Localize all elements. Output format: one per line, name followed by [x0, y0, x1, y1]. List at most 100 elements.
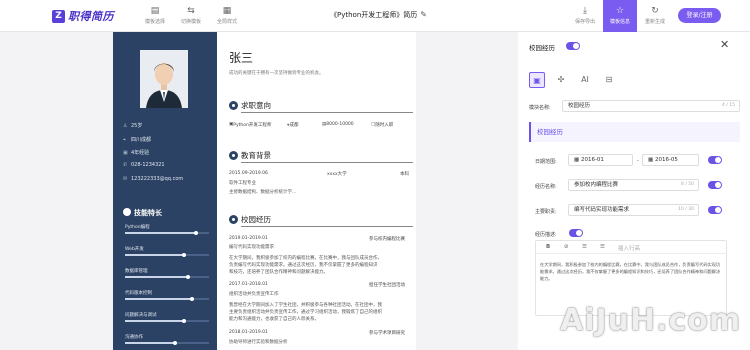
skills-icon [123, 208, 131, 216]
ai-icon[interactable]: AI [577, 72, 593, 88]
event-toggle[interactable] [708, 181, 722, 189]
calendar-icon: ▦ [648, 157, 654, 163]
switch-icon: ⇆ [187, 6, 195, 16]
campus-entry-date: 2018.01-2019.01 [229, 330, 268, 335]
skill-bar-handle [181, 319, 186, 323]
layout-icon[interactable]: ▣ [529, 72, 545, 88]
align-button[interactable]: ☰ [600, 244, 605, 250]
skill-label: 代码版本控制 [125, 291, 152, 296]
section-bullet-icon [229, 151, 238, 160]
template-select-button[interactable]: ▤ 模板选择 [138, 6, 172, 25]
skills-title: 技能特长 [123, 208, 162, 218]
refresh-icon: ↻ [651, 6, 659, 16]
switch-template-label: 切换模板 [180, 19, 201, 25]
skill-bar [125, 253, 209, 257]
skill-item: 代码版本控制 [125, 290, 209, 301]
bold-button[interactable]: B [546, 244, 550, 250]
regenerate-button[interactable]: ↻ 重新生成 [638, 0, 672, 32]
skill-bar-handle [173, 341, 178, 345]
resume-name[interactable]: 张三 [229, 49, 253, 66]
skill-label: 数据库管理 [125, 269, 148, 274]
intent-city: ⌖ 成都 [287, 123, 299, 128]
info-phone: ✆ 028-1234321 [123, 162, 165, 168]
campus-entry-subtitle: 编写代码实现功能需求 [229, 245, 274, 250]
main-duty-toggle[interactable] [708, 206, 722, 214]
date-start-input[interactable]: ▦ 2016-01 [568, 154, 633, 166]
campus-entry-desc: 和技巧，还培养了团队合作精神和问题解决能力。 [229, 270, 328, 275]
intent-availability: ▢ 随时入职 [371, 122, 394, 128]
info-email: ✉ 123222333@qq.com [123, 176, 183, 182]
resume-motto[interactable]: 成功的关键在于拥有一次坚持做到专业的机会。 [229, 70, 324, 76]
date-end-input[interactable]: ▦ 2016-05 [642, 154, 699, 166]
campus-entry-subtitle: 组织活动并负责宣传工作 [229, 292, 279, 297]
campus-entry-desc: 主要负责组织活动并负责宣传工作，通过学习组织活动，我锻炼了自己的组织 [229, 310, 382, 315]
edit-pencil-icon[interactable]: ✎ [420, 10, 427, 19]
intent-availability-text: 随时入职 [375, 123, 394, 128]
skill-bar-fill [125, 254, 184, 256]
skill-label: 问题解决与调试 [125, 313, 157, 318]
skill-item: 问题解决与调试 [125, 312, 209, 323]
campus-entry-desc: 能力和沟通能力，也收获了自己的人际关系。 [229, 317, 319, 322]
description-label: 经历描述: [535, 232, 557, 238]
skill-label: Web开发 [125, 247, 144, 252]
switch-template-button[interactable]: ⇆ 切换模板 [174, 6, 208, 25]
section-education[interactable]: 教育背景 [229, 150, 413, 163]
template-info-button[interactable]: ☆ 模板信息 [603, 0, 637, 32]
skill-bar-handle [194, 231, 199, 235]
logo-text: 职得简历 [68, 10, 114, 23]
email-icon: ✉ [123, 176, 128, 182]
global-style-button[interactable]: ▦ 全局样式 [210, 6, 244, 25]
date-toggle[interactable] [708, 156, 722, 164]
event-name-input[interactable]: 参加校内编程比赛 8 / 50 [568, 179, 699, 191]
regenerate-label: 重新生成 [644, 19, 665, 25]
description-toggle[interactable] [569, 229, 583, 237]
location-icon: ⌖ [123, 137, 126, 143]
intent-city-text: 成都 [289, 123, 299, 128]
skill-bar-fill [125, 320, 184, 322]
section-intent[interactable]: 求职意向 [229, 100, 413, 113]
resume-preview[interactable]: ♙ 25岁 ⌖ 四川成都 ▣ 4年经验 ✆ 028-1234321 ✉ 123222333… [113, 32, 416, 350]
skill-bar-fill [125, 232, 197, 234]
module-name-count: 4 / 15 [722, 103, 735, 108]
intent-salary-text: 8000-10000 [326, 122, 354, 127]
campus-entry-date: 2017.01-2018.01 [229, 282, 268, 287]
logo-mark: Z [52, 9, 65, 23]
login-register-button[interactable]: 登录/注册 [678, 8, 721, 23]
line-height-button[interactable]: 插入行高 [618, 244, 640, 252]
campus-entry-role: 参与学术项目研究 [369, 331, 405, 336]
experience-icon: ▣ [123, 150, 128, 156]
section-bullet-icon [229, 101, 238, 110]
skill-bar [125, 275, 209, 279]
resume-main: 张三 成功的关键在于拥有一次坚持做到专业的机会。 求职意向 ▣ Python开发… [229, 32, 416, 350]
intent-salary: ▤ 8000-10000 [322, 122, 354, 127]
section-header: 校园经历 [529, 122, 740, 142]
document-title[interactable]: 《Python开发工程师》简历 ✎ [330, 10, 427, 20]
event-name-count: 8 / 50 [681, 182, 694, 187]
document-icon[interactable]: ⊟ [601, 72, 617, 88]
info-icon: ☆ [615, 6, 625, 16]
event-name-label: 经历名称: [535, 184, 557, 190]
save-export-button[interactable]: ⤓ 保存导出 [568, 0, 602, 32]
clear-format-button[interactable]: ⊘ [564, 244, 569, 250]
main-duty-input[interactable]: 编写代码实现功能需求 10 / 30 [568, 204, 699, 216]
skill-item: Python编程 [125, 224, 209, 235]
skill-item: Web开发 [125, 246, 209, 257]
section-campus[interactable]: 校园经历 [229, 214, 413, 227]
event-name-value: 参加校内编程比赛 [574, 182, 619, 188]
education-date: 2015.09-2019.06 [229, 171, 268, 176]
app-logo[interactable]: Z 职得简历 [52, 9, 114, 23]
section-visibility-toggle[interactable] [566, 42, 580, 50]
info-experience: ▣ 4年经验 [123, 149, 149, 156]
editor-content[interactable]: 在大学期间，我积极参加了校内的编程比赛。在比赛中，我与团队成员合作，负责编写代码… [540, 261, 722, 282]
info-location-text: 四川成都 [131, 137, 152, 143]
close-icon[interactable]: ✕ [720, 38, 729, 51]
skill-bar-fill [125, 298, 193, 300]
list-button[interactable]: ☰ [582, 244, 587, 250]
age-icon: ♙ [123, 123, 128, 129]
main-duty-label: 主要职责: [535, 209, 557, 215]
module-name-input[interactable]: 校园经历 4 / 15 [562, 100, 740, 112]
top-bar: Z 职得简历 ▤ 模板选择 ⇆ 切换模板 ▦ 全局样式 《Python开发工程师… [0, 0, 750, 32]
puzzle-icon[interactable]: ✣ [553, 72, 569, 88]
avatar[interactable] [140, 50, 188, 108]
campus-entry-date: 2019.01-2019.01 [229, 236, 268, 241]
